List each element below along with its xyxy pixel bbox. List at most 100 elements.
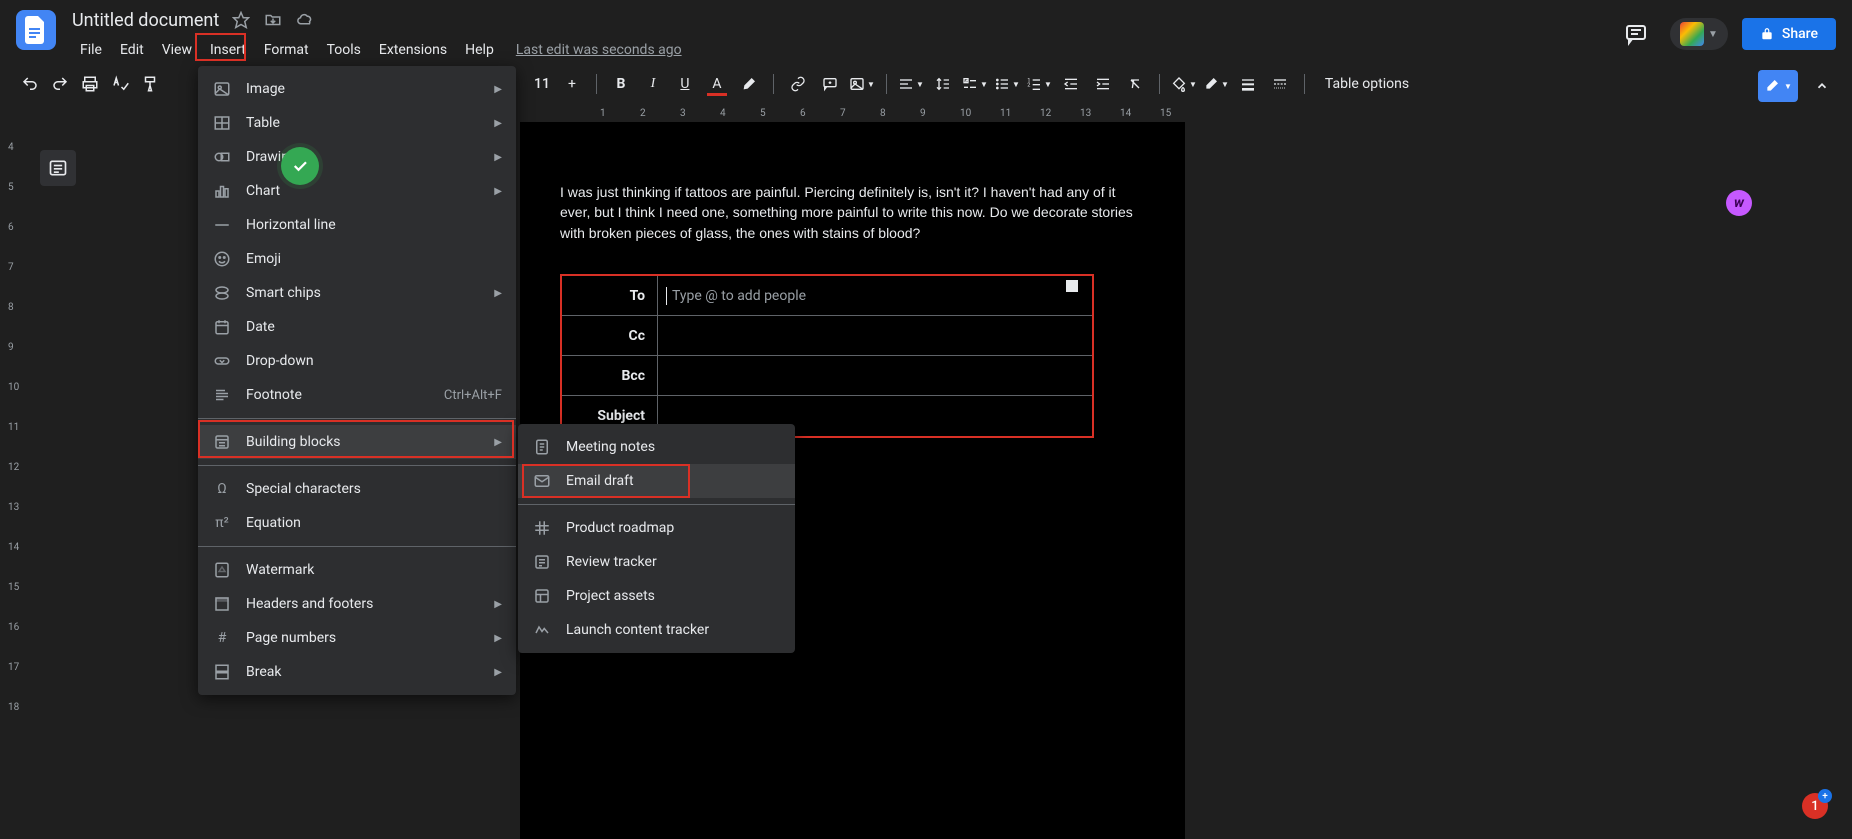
menu-insert[interactable]: Insert <box>202 38 254 62</box>
insert-building-blocks[interactable]: Building blocks▶ <box>198 425 516 459</box>
chips-icon <box>212 283 232 303</box>
docs-logo-icon[interactable] <box>16 10 56 50</box>
submenu-launch-tracker[interactable]: Launch content tracker <box>518 613 795 647</box>
hash-icon: # <box>212 628 232 648</box>
underline-icon[interactable]: U <box>671 70 699 98</box>
checklist-icon[interactable]: ▼ <box>961 70 989 98</box>
insert-image[interactable]: Image▶ <box>198 72 516 106</box>
insert-smart-chips[interactable]: Smart chips▶ <box>198 276 516 310</box>
meet-icon <box>1680 22 1704 46</box>
user-avatar-badge[interactable]: w <box>1726 190 1752 216</box>
cell-fill-icon[interactable]: ▼ <box>1170 70 1198 98</box>
insert-equation[interactable]: π²Equation <box>198 506 516 540</box>
email-to-input[interactable]: Type @ to add people <box>658 288 1092 304</box>
print-icon[interactable] <box>76 70 104 98</box>
toolbar-center: 11 + B I U A ▼ ▼ ▼ ▼ 12▼ ▼ ▼ Table optio… <box>530 70 1419 98</box>
insert-dropdown[interactable]: Drop-down <box>198 344 516 378</box>
star-icon[interactable] <box>231 10 251 30</box>
building-blocks-submenu: Meeting notes Email draft Product roadma… <box>518 424 795 653</box>
menu-edit[interactable]: Edit <box>112 38 152 62</box>
insert-watermark[interactable]: Watermark <box>198 553 516 587</box>
border-dash-icon[interactable] <box>1266 70 1294 98</box>
insert-headers-footers[interactable]: Headers and footers▶ <box>198 587 516 621</box>
redo-icon[interactable] <box>46 70 74 98</box>
date-icon <box>212 317 232 337</box>
email-draft-block[interactable]: To Type @ to add people Cc Bcc Subject <box>560 274 1094 438</box>
review-icon <box>532 552 552 572</box>
font-size-display[interactable]: 11 <box>530 70 554 98</box>
share-button[interactable]: Share <box>1742 18 1836 50</box>
move-icon[interactable] <box>263 10 283 30</box>
submenu-project-assets[interactable]: Project assets <box>518 579 795 613</box>
insert-hline[interactable]: Horizontal line <box>198 208 516 242</box>
spellcheck-icon[interactable] <box>106 70 134 98</box>
share-label: Share <box>1782 26 1818 42</box>
toolbar-right: ▼ <box>1758 70 1836 102</box>
lock-icon <box>1760 27 1774 41</box>
paint-format-icon[interactable] <box>136 70 164 98</box>
menu-help[interactable]: Help <box>457 38 502 62</box>
comment-icon[interactable] <box>816 70 844 98</box>
hline-icon <box>212 215 232 235</box>
border-width-icon[interactable] <box>1234 70 1262 98</box>
font-size-increase[interactable]: + <box>558 70 586 98</box>
submenu-product-roadmap[interactable]: Product roadmap <box>518 511 795 545</box>
border-color-icon[interactable]: ▼ <box>1202 70 1230 98</box>
text-color-icon[interactable]: A <box>703 70 731 98</box>
indent-decrease-icon[interactable] <box>1057 70 1085 98</box>
line-spacing-icon[interactable] <box>929 70 957 98</box>
pi-icon: π² <box>212 513 232 533</box>
document-title[interactable]: Untitled document <box>72 10 219 31</box>
chevron-up-icon[interactable] <box>1808 72 1836 100</box>
notification-badge[interactable]: 1 + <box>1802 793 1828 819</box>
dropdown-icon <box>212 351 232 371</box>
table-options-button[interactable]: Table options <box>1315 70 1419 98</box>
menu-file[interactable]: File <box>72 38 110 62</box>
insert-special-chars[interactable]: ΩSpecial characters <box>198 472 516 506</box>
insert-date[interactable]: Date <box>198 310 516 344</box>
assets-icon <box>532 586 552 606</box>
indent-increase-icon[interactable] <box>1089 70 1117 98</box>
insert-emoji[interactable]: Emoji <box>198 242 516 276</box>
insert-table[interactable]: Table▶ <box>198 106 516 140</box>
table-icon <box>212 113 232 133</box>
cloud-icon[interactable] <box>295 10 315 30</box>
comment-history-icon[interactable] <box>1616 14 1656 54</box>
insert-page-numbers[interactable]: #Page numbers▶ <box>198 621 516 655</box>
link-icon[interactable] <box>784 70 812 98</box>
bullet-list-icon[interactable]: ▼ <box>993 70 1021 98</box>
blocks-icon <box>212 432 232 452</box>
highlight-icon[interactable] <box>735 70 763 98</box>
footnote-icon <box>212 385 232 405</box>
submenu-review-tracker[interactable]: Review tracker <box>518 545 795 579</box>
image-insert-icon[interactable]: ▼ <box>848 70 876 98</box>
submenu-email-draft[interactable]: Email draft <box>518 464 795 498</box>
menu-format[interactable]: Format <box>256 38 317 62</box>
outline-toggle-button[interactable] <box>40 150 76 186</box>
insert-break[interactable]: Break▶ <box>198 655 516 689</box>
undo-icon[interactable] <box>16 70 44 98</box>
break-icon <box>212 662 232 682</box>
drawing-icon <box>212 147 232 167</box>
italic-icon[interactable]: I <box>639 70 667 98</box>
last-edit-link[interactable]: Last edit was seconds ago <box>516 42 682 58</box>
menu-extensions[interactable]: Extensions <box>371 38 455 62</box>
clear-format-icon[interactable] <box>1121 70 1149 98</box>
ruler-horizontal: 1 2 3 4 5 6 7 8 9 10 11 12 13 14 15 <box>520 104 1472 122</box>
insert-footnote[interactable]: FootnoteCtrl+Alt+F <box>198 378 516 412</box>
bold-icon[interactable]: B <box>607 70 635 98</box>
numbered-list-icon[interactable]: 12▼ <box>1025 70 1053 98</box>
insert-menu-dropdown: Image▶ Table▶ Drawing▶ Chart▶ Horizontal… <box>198 66 516 695</box>
svg-text:2: 2 <box>1027 83 1030 89</box>
editing-mode-button[interactable]: ▼ <box>1758 70 1798 102</box>
roadmap-icon <box>532 518 552 538</box>
align-icon[interactable]: ▼ <box>897 70 925 98</box>
emoji-icon <box>212 249 232 269</box>
insert-drawing[interactable]: Drawing▶ <box>198 140 516 174</box>
menu-tools[interactable]: Tools <box>319 38 369 62</box>
body-paragraph[interactable]: I was just thinking if tattoos are painf… <box>560 182 1145 243</box>
insert-chart[interactable]: Chart▶ <box>198 174 516 208</box>
submenu-meeting-notes[interactable]: Meeting notes <box>518 430 795 464</box>
meet-button[interactable]: ▼ <box>1670 18 1728 50</box>
menu-view[interactable]: View <box>154 38 200 62</box>
